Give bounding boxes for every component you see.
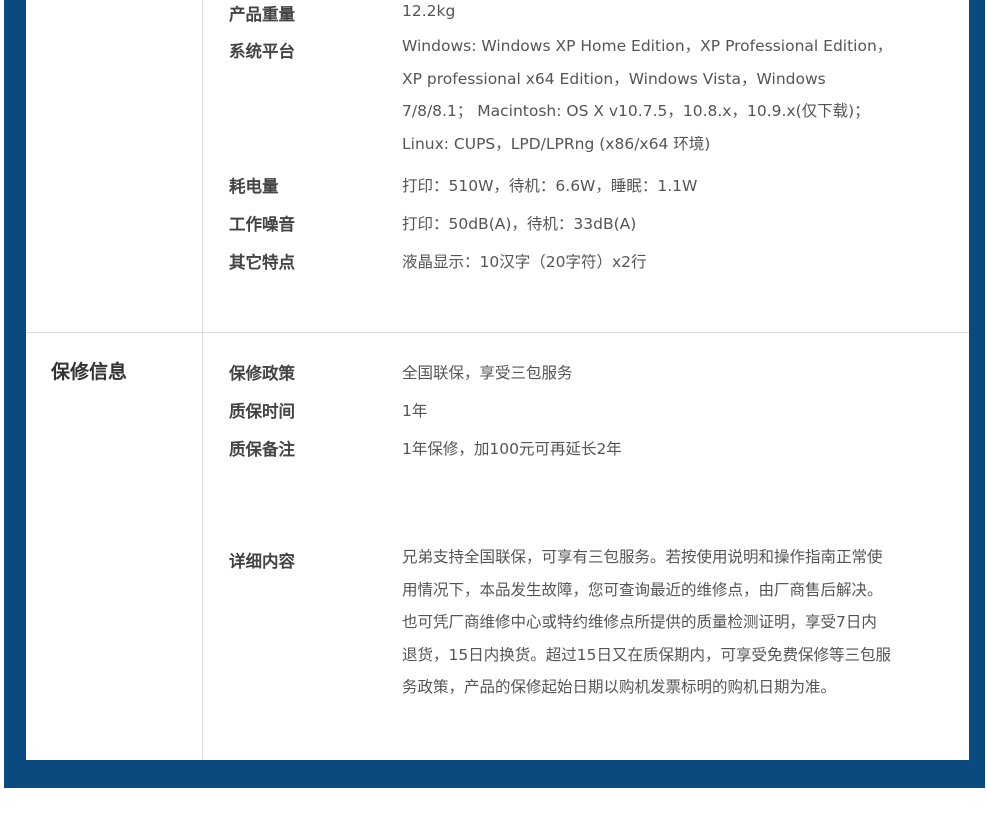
spec-label-platform: 系统平台 [229, 42, 295, 61]
warranty-value-details: 兄弟支持全国联保，可享有三包服务。若按使用说明和操作指南正常使 用情况下，本品发… [402, 541, 952, 704]
platform-line: Windows: Windows XP Home Edition，XP Prof… [402, 37, 893, 55]
warranty-label-details: 详细内容 [229, 552, 295, 571]
platform-line: Linux: CUPS，LPD/LPRng (x86/x64 环境) [402, 134, 711, 153]
spec-value-other: 液晶显示：10汉字（20字符）x2行 [402, 253, 647, 271]
section-divider [26, 332, 969, 333]
details-line: 务政策，产品的保修起始日期以购机发票标明的购机日期为准。 [402, 678, 837, 696]
warranty-label-period: 质保时间 [229, 402, 295, 421]
spec-value-platform: Windows: Windows XP Home Edition，XP Prof… [402, 30, 952, 160]
spec-value-power: 打印：510W，待机：6.6W，睡眠：1.1W [402, 177, 698, 195]
spec-label-power: 耗电量 [229, 177, 279, 196]
warranty-label-policy: 保修政策 [229, 364, 295, 383]
section-title-warranty: 保修信息 [51, 361, 128, 383]
details-line: 用情况下，本品发生故障，您可查询最近的维修点，由厂商售后解决。 [402, 580, 883, 599]
details-line: 退货，15日内换货。超过15日又在质保期内，可享受免费保修等三包服 [402, 645, 891, 664]
spec-value-weight: 12.2kg [402, 2, 456, 20]
column-divider [202, 0, 203, 760]
warranty-value-remark: 1年保修，加100元可再延长2年 [402, 440, 622, 458]
details-line: 也可凭厂商维修中心或特约维修点所提供的质量检测证明，享受7日内 [402, 613, 877, 631]
warranty-label-remark: 质保备注 [229, 440, 295, 459]
platform-line: XP professional x64 Edition，Windows Vist… [402, 69, 826, 88]
warranty-value-policy: 全国联保，享受三包服务 [402, 364, 573, 382]
platform-line: 7/8/8.1； Macintosh: OS X v10.7.5，10.8.x，… [402, 102, 870, 120]
spec-value-noise: 打印：50dB(A)，待机：33dB(A) [402, 215, 637, 233]
spec-label-noise: 工作噪音 [229, 215, 295, 234]
details-line: 兄弟支持全国联保，可享有三包服务。若按使用说明和操作指南正常使 [402, 548, 883, 566]
spec-label-weight: 产品重量 [229, 5, 295, 24]
spec-label-other: 其它特点 [229, 253, 295, 272]
warranty-value-period: 1年 [402, 402, 428, 420]
